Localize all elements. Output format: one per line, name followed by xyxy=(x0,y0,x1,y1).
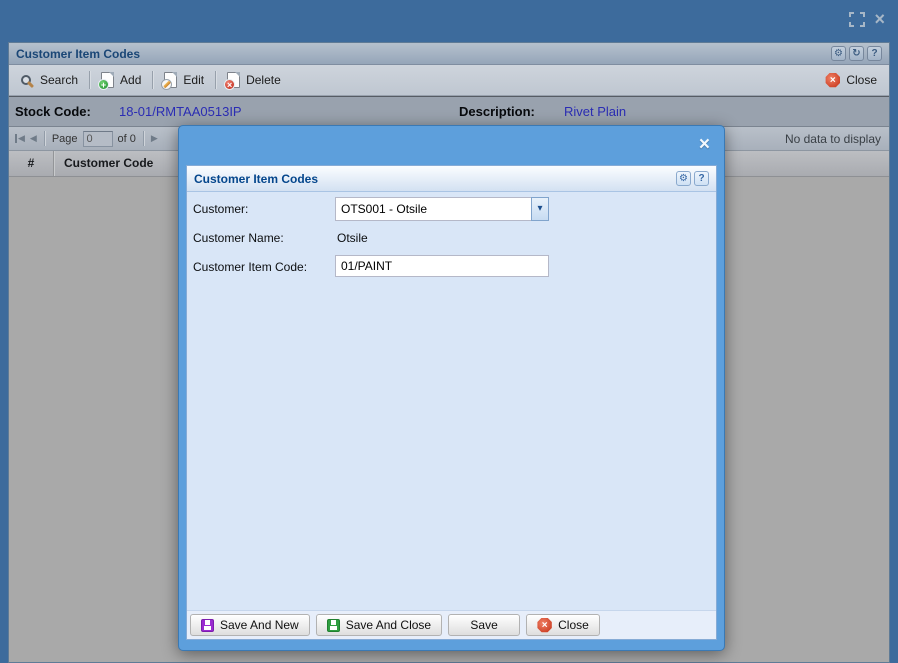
combo-dropdown-button[interactable]: ▾ xyxy=(531,197,549,221)
delete-button-label: Delete xyxy=(246,73,281,87)
add-badge-icon: + xyxy=(98,79,109,90)
first-page-arrow-icon: ◀ xyxy=(18,133,25,144)
first-page-button[interactable]: ◀ xyxy=(15,133,25,144)
panel-title: Customer Item Codes xyxy=(16,47,140,61)
settings-icon[interactable]: ⚙ xyxy=(831,46,846,61)
save-and-close-button[interactable]: Save And Close xyxy=(316,614,442,636)
maximize-icon[interactable] xyxy=(849,12,865,27)
toolbar-separator xyxy=(152,71,153,89)
first-page-bar-icon xyxy=(15,134,17,143)
save-button[interactable]: Save xyxy=(448,614,520,636)
dialog-close-label: Close xyxy=(558,618,589,632)
search-icon xyxy=(21,75,31,85)
save-and-new-label: Save And New xyxy=(220,618,299,632)
save-new-floppy-icon xyxy=(201,619,214,632)
dialog-close-button[interactable]: × Close xyxy=(526,614,600,636)
search-button[interactable]: Search xyxy=(15,70,84,90)
add-button-label: Add xyxy=(120,73,141,87)
grid-column-number[interactable]: # xyxy=(9,151,54,176)
panel-close-button-label: Close xyxy=(846,73,877,87)
page-of-label: of 0 xyxy=(118,133,136,145)
prev-page-arrow-icon: ◀ xyxy=(30,133,37,144)
page-number-input[interactable] xyxy=(83,131,113,147)
search-button-label: Search xyxy=(40,73,78,87)
next-page-button[interactable]: ▶ xyxy=(151,133,158,144)
customer-item-code-input[interactable] xyxy=(335,255,549,277)
dialog-settings-icon[interactable]: ⚙ xyxy=(676,171,691,186)
customer-combobox: ▾ xyxy=(335,197,549,221)
dialog-header: Customer Item Codes ⚙ ? xyxy=(187,166,716,192)
paging-status-text: No data to display xyxy=(785,132,881,146)
add-icon: + xyxy=(101,72,114,88)
edit-icon xyxy=(164,72,177,88)
delete-button[interactable]: × Delete xyxy=(221,69,287,91)
close-octagon-icon: × xyxy=(537,618,552,633)
toolbar: Search + Add Edit × Delete × Close xyxy=(9,65,889,96)
save-label: Save xyxy=(470,618,497,632)
save-and-close-label: Save And Close xyxy=(346,618,431,632)
dialog-title: Customer Item Codes xyxy=(194,172,318,186)
next-page-arrow-icon: ▶ xyxy=(151,133,158,144)
dialog-inner-panel: Customer Item Codes ⚙ ? Customer: ▾ Cust… xyxy=(186,165,717,640)
pencil-icon xyxy=(163,81,171,89)
customer-name-label: Customer Name: xyxy=(193,231,284,245)
prev-page-button[interactable]: ◀ xyxy=(30,133,37,144)
dialog-help-icon[interactable]: ? xyxy=(694,171,709,186)
panel-close-button[interactable]: × Close xyxy=(819,70,883,91)
description-label: Description: xyxy=(459,104,535,119)
delete-badge-icon: × xyxy=(224,79,235,90)
description-value: Rivet Plain xyxy=(564,104,626,119)
dialog-close-icon[interactable]: × xyxy=(699,136,710,154)
customer-label: Customer: xyxy=(193,202,248,216)
edit-button-label: Edit xyxy=(183,73,204,87)
close-octagon-icon: × xyxy=(825,73,840,88)
customer-item-code-label: Customer Item Code: xyxy=(193,260,307,274)
window-close-icon[interactable]: × xyxy=(874,12,885,27)
window-controls: × xyxy=(849,12,885,27)
paging-separator xyxy=(44,131,45,146)
record-info-bar: Stock Code: 18-01/RMTAA0513IP Descriptio… xyxy=(9,96,889,127)
edit-badge-icon xyxy=(161,79,172,90)
customer-item-codes-dialog: × Customer Item Codes ⚙ ? Customer: ▾ Cu… xyxy=(178,125,725,651)
edit-button[interactable]: Edit xyxy=(158,69,210,91)
toolbar-separator xyxy=(89,71,90,89)
dialog-form: Customer: ▾ Customer Name: Otsile Custom… xyxy=(187,192,716,610)
customer-combo-input[interactable] xyxy=(335,197,531,221)
refresh-icon[interactable]: ↻ xyxy=(849,46,864,61)
dialog-footer: Save And New Save And Close Save × Close xyxy=(187,610,716,639)
dialog-header-tools: ⚙ ? xyxy=(676,171,709,186)
save-close-floppy-icon xyxy=(327,619,340,632)
toolbar-separator xyxy=(215,71,216,89)
add-button[interactable]: + Add xyxy=(95,69,147,91)
delete-icon: × xyxy=(227,72,240,88)
stock-code-value: 18-01/RMTAA0513IP xyxy=(119,104,242,119)
customer-name-value: Otsile xyxy=(337,231,368,245)
paging-separator xyxy=(143,131,144,146)
save-and-new-button[interactable]: Save And New xyxy=(190,614,310,636)
stock-code-label: Stock Code: xyxy=(15,104,91,119)
panel-header-tools: ⚙ ↻ ? xyxy=(831,46,882,61)
page-label: Page xyxy=(52,133,78,145)
help-icon[interactable]: ? xyxy=(867,46,882,61)
panel-header: Customer Item Codes ⚙ ↻ ? xyxy=(9,43,889,65)
chevron-down-icon: ▾ xyxy=(537,203,542,214)
